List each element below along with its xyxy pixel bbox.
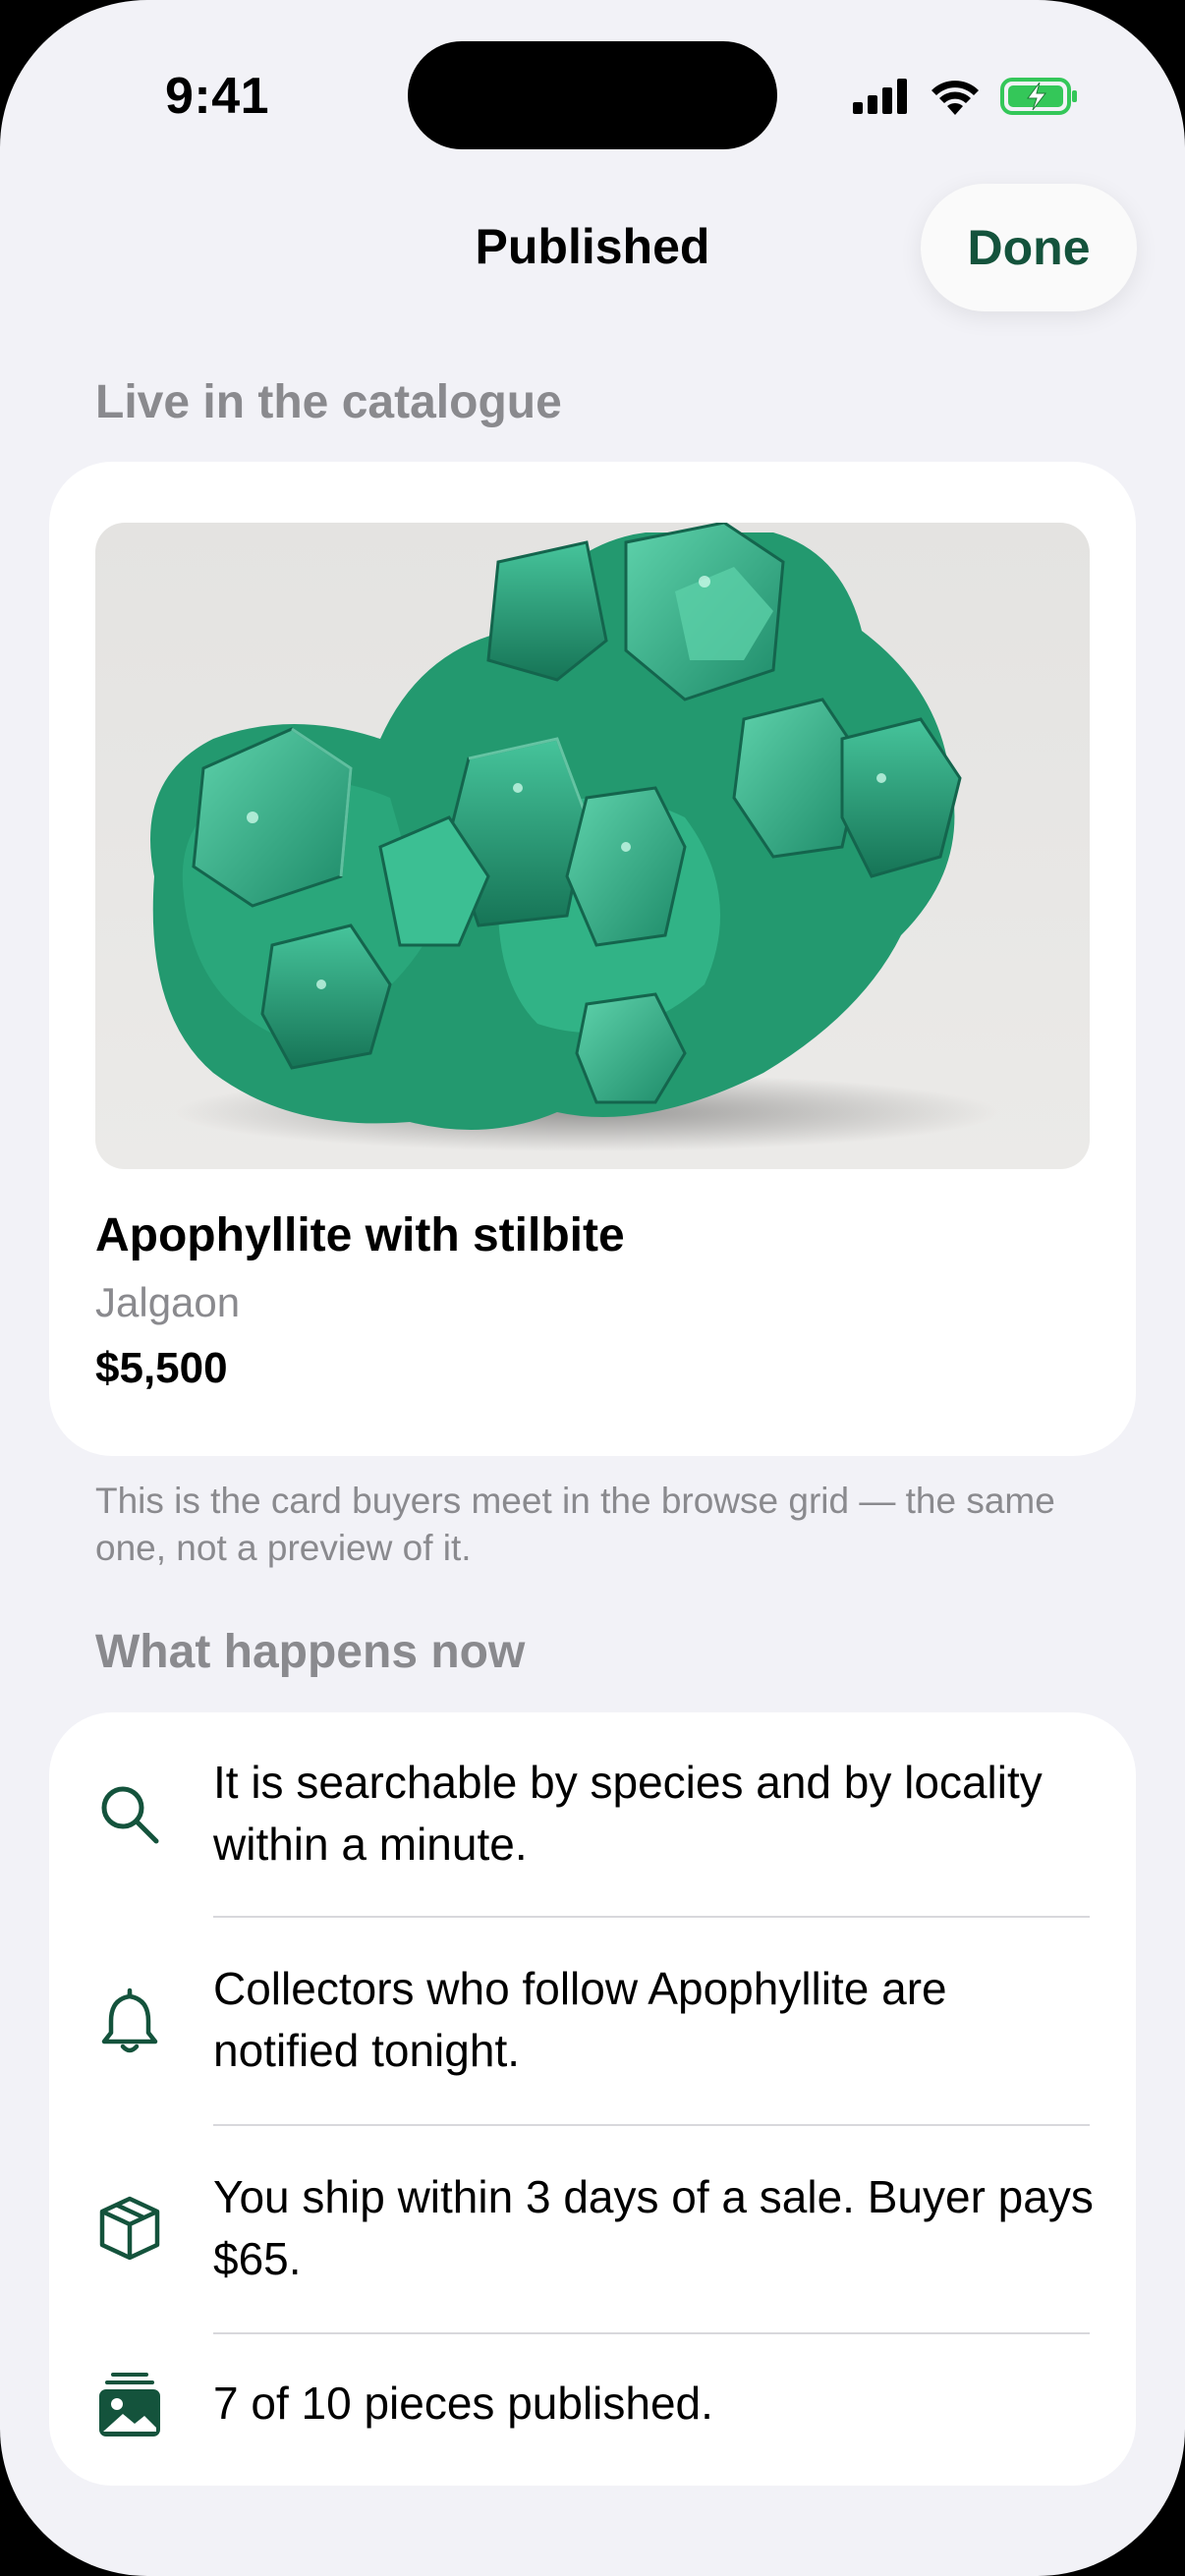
list-item-text: It is searchable by species and by local… — [213, 1757, 1043, 1870]
dynamic-island — [408, 41, 777, 149]
package-icon — [99, 2196, 160, 2261]
mineral-specimen-image — [150, 523, 999, 1151]
wifi-icon — [931, 81, 979, 115]
card-footnote: This is the card buyers meet in the brow… — [95, 1481, 1055, 1568]
status-icons — [853, 77, 1079, 116]
divider — [213, 2332, 1090, 2334]
list-item: It is searchable by species and by local… — [49, 1712, 1136, 1917]
listing-price: $5,500 — [95, 1344, 228, 1392]
list-item: You ship within 3 days of a sale. Buyer … — [49, 2127, 1136, 2333]
list-item-text: Collectors who follow Apophyllite are no… — [213, 1963, 947, 2076]
list-item: Collectors who follow Apophyllite are no… — [49, 1919, 1136, 2125]
section-header-catalogue: Live in the catalogue — [95, 376, 562, 428]
list-item: 7 of 10 pieces published. — [49, 2335, 1136, 2486]
listing-locality: Jalgaon — [95, 1279, 241, 1325]
section-header-next-steps: What happens now — [95, 1626, 526, 1678]
battery-charging-icon — [1000, 78, 1077, 115]
search-icon — [101, 1786, 159, 1844]
cellular-signal-icon — [853, 79, 907, 114]
done-button[interactable]: Done — [921, 184, 1137, 311]
status-time: 9:41 — [165, 68, 270, 125]
list-item-text: You ship within 3 days of a sale. Buyer … — [213, 2171, 1094, 2284]
listing-card[interactable]: Apophyllite with stilbite Jalgaon $5,500 — [49, 462, 1136, 1456]
listing-title: Apophyllite with stilbite — [95, 1209, 625, 1261]
list-item-text: 7 of 10 pieces published. — [213, 2378, 713, 2429]
phone-screen: 9:41 Published Done Live in the catalogu… — [0, 0, 1185, 2576]
bell-icon — [101, 1988, 158, 2053]
listing-photo — [95, 523, 1090, 1169]
divider — [213, 2124, 1090, 2126]
next-steps-card: It is searchable by species and by local… — [49, 1712, 1136, 2486]
divider — [213, 1916, 1090, 1918]
photo-stack-icon — [99, 2373, 160, 2436]
